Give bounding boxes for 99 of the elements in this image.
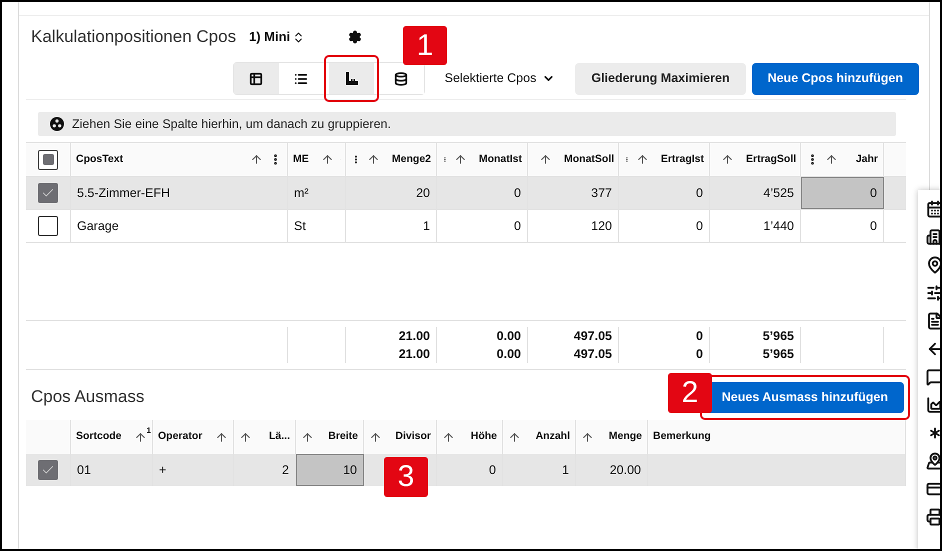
card-icon[interactable] — [926, 480, 940, 498]
summary-value: 21.00 — [398, 346, 430, 363]
checkbox[interactable] — [38, 460, 58, 480]
summary-value: 497.05 — [574, 328, 612, 345]
variant-selector[interactable]: 1) Mini — [249, 27, 306, 47]
table-cell-text: 0 — [696, 184, 703, 202]
table-cell-text: 377 — [591, 184, 612, 202]
table-cell-text: 4’525 — [763, 184, 794, 202]
table-cell-text: 1 — [423, 218, 430, 235]
sort-arrow-icon[interactable] — [508, 430, 521, 444]
sort-arrow-icon[interactable] — [721, 153, 734, 166]
table-cell-text: 0 — [870, 184, 877, 202]
table-cell-text: + — [159, 462, 166, 479]
calendar-icon[interactable] — [926, 200, 940, 218]
table-cell-text: 120 — [591, 218, 612, 235]
table-cell-text: 5.5-Zimmer-EFH — [77, 184, 170, 202]
table-cell-text: St — [294, 218, 306, 235]
column-header[interactable]: Lä... — [268, 429, 290, 445]
database-icon — [394, 72, 408, 86]
panel-title: Kalkulationpositionen Cpos — [31, 26, 238, 48]
chart-icon[interactable] — [926, 396, 940, 414]
speech-bubble-icon[interactable] — [926, 368, 940, 386]
sort-arrow-icon[interactable] — [581, 430, 594, 444]
column-header[interactable]: Menge — [608, 429, 642, 445]
pin-icon[interactable] — [926, 256, 940, 274]
map-icon[interactable] — [926, 452, 940, 470]
checkbox[interactable] — [38, 216, 58, 236]
callout-number: 1 — [403, 26, 447, 65]
settings-icon[interactable] — [348, 30, 362, 44]
sort-arrow-icon[interactable] — [239, 430, 252, 444]
sort-arrow-icon[interactable] — [636, 153, 649, 166]
column-header[interactable]: Breite — [328, 429, 358, 445]
table-cell-text: 0 — [514, 218, 521, 235]
list-icon — [294, 72, 308, 86]
sort-arrow-icon[interactable] — [369, 430, 382, 444]
table-cell-text: 0 — [870, 218, 877, 235]
table-cell-text: m² — [294, 184, 309, 202]
expand-outline-button[interactable]: Gliederung Maximieren — [575, 62, 746, 94]
section-title: Cpos Ausmass — [31, 386, 144, 408]
sort-arrow-icon[interactable] — [320, 153, 334, 166]
sort-arrow-icon[interactable] — [454, 153, 467, 166]
summary-value: 5’965 — [762, 328, 794, 345]
table-cell-text: Garage — [77, 218, 119, 235]
ruler-icon — [344, 72, 358, 85]
view-toggle[interactable] — [328, 63, 374, 94]
summary-value: 0.00 — [496, 328, 521, 345]
column-header[interactable]: Anzahl — [536, 429, 570, 445]
summary-value: 0.00 — [496, 346, 521, 363]
summary-value: 0 — [696, 346, 703, 363]
table-cell-text: 10 — [343, 462, 357, 479]
summary-value: 0 — [696, 328, 703, 345]
callout-number: 3 — [384, 457, 428, 497]
selection-dropdown[interactable]: Selektierte Cpos — [444, 69, 556, 88]
sort-arrow-icon[interactable] — [442, 430, 455, 444]
column-header[interactable]: Menge2 — [392, 152, 431, 168]
sort-arrow-icon[interactable] — [134, 430, 147, 444]
table-cell-text: 1 — [562, 462, 569, 479]
summary-value: 497.05 — [574, 346, 612, 363]
add-cpos-button[interactable]: Neue Cpos hinzufügen — [752, 62, 919, 94]
table-cell-text: 20 — [416, 184, 430, 202]
document-icon[interactable] — [926, 312, 940, 330]
column-header[interactable]: ErtragIst — [660, 152, 704, 168]
table-cell-text: 1’440 — [763, 218, 794, 235]
column-header[interactable]: Divisor — [395, 429, 431, 445]
column-header[interactable]: MonatIst — [478, 152, 522, 168]
table-cell-text: 0 — [489, 462, 496, 479]
view-toggle[interactable] — [234, 63, 279, 94]
summary-value: 21.00 — [398, 328, 430, 345]
table-cell-text: 0 — [696, 218, 703, 235]
column-header[interactable]: CposText — [76, 152, 124, 168]
sort-arrow-icon[interactable] — [301, 430, 314, 444]
table-cell-text: 20.00 — [610, 462, 641, 479]
sort-arrow-icon[interactable] — [250, 153, 263, 166]
printer-icon[interactable] — [926, 508, 940, 526]
summary-value: 5’965 — [762, 346, 794, 363]
column-header[interactable]: Operator — [158, 429, 202, 445]
callout-number: 2 — [668, 373, 712, 413]
sort-arrow-icon[interactable] — [825, 153, 838, 166]
column-header[interactable]: Höhe — [470, 429, 497, 445]
table-cell-text: 01 — [77, 462, 91, 479]
column-header[interactable]: Jahr — [856, 152, 878, 168]
column-header[interactable]: Sortcode — [76, 429, 122, 445]
sort-arrow-icon[interactable] — [539, 153, 552, 166]
building-icon[interactable] — [926, 228, 940, 246]
checkbox[interactable] — [38, 150, 58, 170]
column-header[interactable]: Bemerkung — [653, 429, 711, 445]
table-cell-text: 0 — [514, 184, 521, 202]
column-header[interactable]: ME — [293, 152, 309, 168]
sort-arrow-icon[interactable] — [215, 430, 228, 444]
column-header[interactable]: MonatSoll — [564, 152, 614, 168]
drag-icon — [50, 117, 64, 131]
checkbox[interactable] — [38, 183, 58, 203]
table-cell-text: 2 — [282, 462, 289, 479]
group-hint: Ziehen Sie eine Spalte hierhin, um danach zu gruppieren. — [72, 116, 391, 133]
sort-arrow-icon[interactable] — [366, 153, 380, 166]
column-header[interactable]: ErtragSoll — [746, 152, 796, 168]
sort-index: 1 — [146, 424, 151, 436]
table-icon — [249, 72, 264, 86]
sliders-icon[interactable] — [926, 284, 940, 302]
